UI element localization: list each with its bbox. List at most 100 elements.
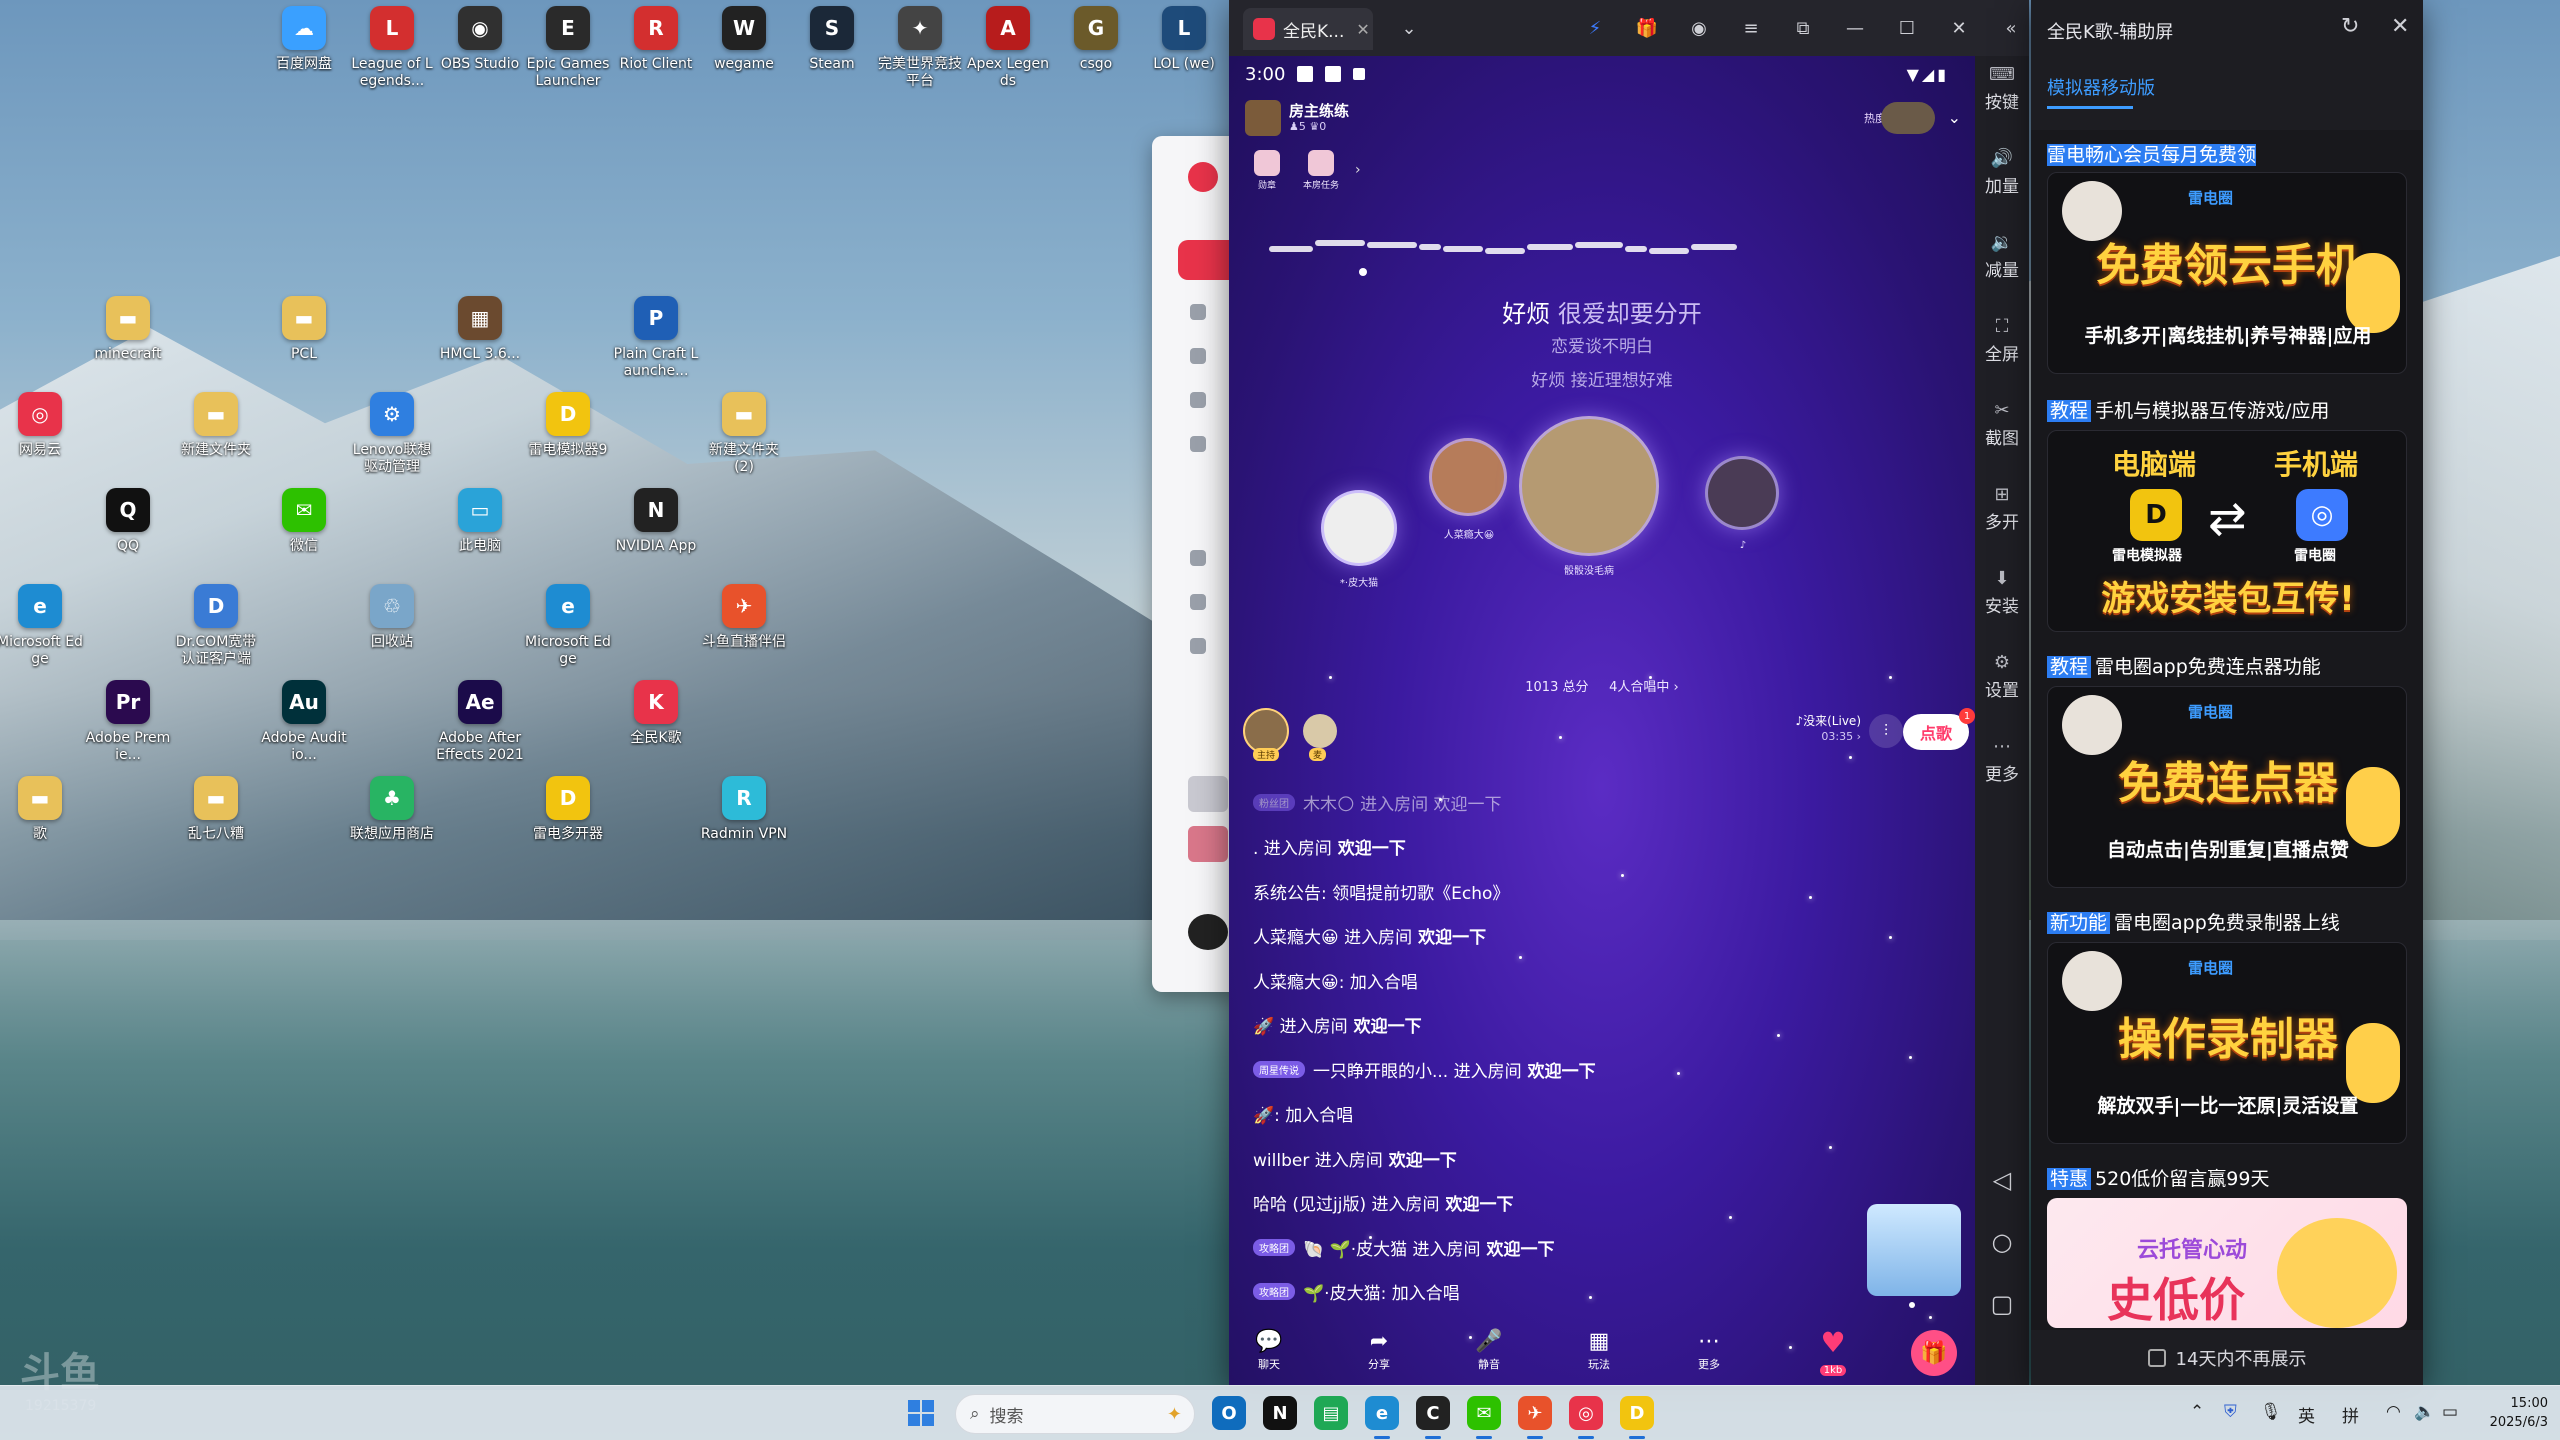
mixer-icon[interactable]: ⫶ bbox=[1869, 714, 1903, 748]
welcome-link[interactable]: 欢迎一下 bbox=[1389, 1146, 1457, 1171]
android-screen[interactable]: 3:00 ▼◢▮ 房主练练 ♟5 ♛0 热度榜 ⌄ 勋章 本房任务 › bbox=[1229, 56, 1975, 1385]
nav-icon[interactable] bbox=[1190, 304, 1206, 320]
promo-card-cloud-phone[interactable]: 雷电圈 免费领云手机 手机多开|离线挂机|养号神器|应用 bbox=[2047, 172, 2407, 374]
song-title[interactable]: ♪没来(Live) bbox=[1751, 712, 1861, 729]
ime-mode[interactable]: 拼 bbox=[2342, 1402, 2359, 1427]
lead-singer-avatar[interactable] bbox=[1519, 416, 1659, 556]
account-icon[interactable]: ◉ bbox=[1685, 14, 1713, 42]
volume-icon[interactable]: 🔈 bbox=[2414, 1402, 2435, 1422]
desktop-icon[interactable]: Q QQ bbox=[84, 488, 172, 555]
badge-medal[interactable]: 勋章 bbox=[1247, 150, 1287, 191]
nav-icon[interactable] bbox=[1190, 348, 1206, 364]
back-icon[interactable]: ◁ bbox=[1975, 1166, 2029, 1194]
desktop-icon[interactable]: ☁ 百度网盘 bbox=[260, 6, 348, 73]
desktop-icon[interactable]: e Microsoft Edge bbox=[0, 584, 84, 668]
home-icon[interactable]: ○ bbox=[1975, 1228, 2029, 1256]
dont-show-label[interactable]: 14天内不再展示 bbox=[2176, 1345, 2307, 1371]
chat-message[interactable]: 🚀: 加入合唱 bbox=[1253, 1092, 1893, 1137]
taskbar-app-wechat[interactable]: ✉ bbox=[1467, 1396, 1501, 1430]
chat-message[interactable]: . 进入房间 欢迎一下 bbox=[1253, 825, 1893, 870]
desktop-icon[interactable]: R Radmin VPN bbox=[700, 776, 788, 843]
collapse-sidebar-icon[interactable]: « bbox=[1997, 14, 2025, 42]
desktop-icon[interactable]: Pr Adobe Premie... bbox=[84, 680, 172, 764]
desktop-icon[interactable]: S Steam bbox=[788, 6, 876, 73]
tab-dropdown-icon[interactable]: ⌄ bbox=[1395, 14, 1423, 42]
nav-icon[interactable] bbox=[1190, 550, 1206, 566]
taskbar-app-capcut[interactable]: C bbox=[1416, 1396, 1450, 1430]
chat-message[interactable]: willber 进入房间 欢迎一下 bbox=[1253, 1136, 1893, 1181]
singer-avatar[interactable] bbox=[1705, 456, 1779, 530]
desktop-icon[interactable]: ▭ 此电脑 bbox=[436, 488, 524, 555]
desktop-icon[interactable]: ▬ PCL bbox=[260, 296, 348, 363]
taskbar-app-douyu[interactable]: ✈ bbox=[1518, 1396, 1552, 1430]
desktop-icon[interactable]: L LOL (we) bbox=[1140, 6, 1228, 73]
dont-show-checkbox[interactable] bbox=[2147, 1348, 2166, 1367]
desktop-icon[interactable]: Gcsgo bbox=[1052, 6, 1140, 73]
welcome-link[interactable]: 欢迎一下 bbox=[1354, 1012, 1422, 1037]
activity-banner[interactable] bbox=[1867, 1204, 1961, 1296]
card-title[interactable]: 教程 手机与模拟器互传游戏/应用 bbox=[2047, 396, 2329, 423]
battery-icon[interactable]: ▭ bbox=[2442, 1402, 2458, 1422]
desktop-icon[interactable]: ⚙ Lenovo联想驱动管理 bbox=[348, 392, 436, 476]
chat-message[interactable]: 人菜瘾大😀: 加入合唱 bbox=[1253, 958, 1893, 1003]
promo-card-transfer[interactable]: 电脑端 手机端 D ⇄ ◎ 雷电模拟器 雷电圈 游戏安装包互传! bbox=[2047, 430, 2407, 632]
card-title[interactable]: 教程 雷电圈app免费连点器功能 bbox=[2047, 652, 2321, 679]
toolbar-keyboard-button[interactable]: ⌨ 按键 bbox=[1975, 62, 2029, 113]
chat-message[interactable]: 粉丝团 木木🌕 进入房间 欢迎一下 bbox=[1253, 780, 1893, 825]
chat-message[interactable]: 周星传说 一只睁开眼的小... 进入房间 欢迎一下 bbox=[1253, 1047, 1893, 1092]
desktop-icon[interactable]: N NVIDIA App bbox=[612, 488, 700, 555]
desktop-icon[interactable]: ✈ 斗鱼直播伴侣 bbox=[700, 584, 788, 651]
mic-seat-avatar[interactable] bbox=[1303, 714, 1337, 748]
taskbar-app-notes[interactable]: ▤ bbox=[1314, 1396, 1348, 1430]
now-playing-cover[interactable] bbox=[1188, 914, 1228, 950]
desktop-icon[interactable]: ✉ 微信 bbox=[260, 488, 348, 555]
recents-icon[interactable]: ▢ bbox=[1975, 1290, 2029, 1318]
desktop-icon[interactable]: ▬ minecraft bbox=[84, 296, 172, 363]
nav-chat[interactable]: 💬 聊天 bbox=[1239, 1328, 1299, 1372]
welcome-link[interactable]: 欢迎一下 bbox=[1418, 923, 1486, 948]
tab-emulator-mobile[interactable]: 模拟器移动版 bbox=[2047, 74, 2155, 100]
desktop-icon[interactable]: ♲ 回收站 bbox=[348, 584, 436, 651]
welcome-link[interactable]: 欢迎一下 bbox=[1487, 1235, 1555, 1260]
toolbar-fullscreen-button[interactable]: ⛶ 全屏 bbox=[1975, 314, 2029, 365]
chat-message[interactable]: 🚀 进入房间 欢迎一下 bbox=[1253, 1003, 1893, 1048]
chat-message[interactable]: 攻略团 🐚 🌱·皮大猫 进入房间 欢迎一下 bbox=[1253, 1225, 1893, 1270]
helper-content[interactable]: 雷电畅心会员每月免费领 雷电圈 免费领云手机 手机多开|离线挂机|养号神器|应用… bbox=[2031, 130, 2423, 1330]
boost-icon[interactable]: ⚡ bbox=[1581, 14, 1609, 42]
desktop-icon[interactable]: R Riot Client bbox=[612, 6, 700, 73]
desktop-icon[interactable]: P Plain Craft Launche... bbox=[612, 296, 700, 380]
chat-message[interactable]: 系统公告: 领唱提前切歌《Echo》 bbox=[1253, 869, 1893, 914]
card-title[interactable]: 特惠 520低价留言赢99天 bbox=[2047, 1164, 2269, 1191]
desktop-icon[interactable]: Au Adobe Auditio... bbox=[260, 680, 348, 764]
promo-card-discount[interactable]: 云托管心动 史低价 bbox=[2047, 1198, 2407, 1328]
chorus-count[interactable]: 4人合唱中 › bbox=[1609, 680, 1679, 695]
close-icon[interactable]: ✕ bbox=[1945, 14, 1973, 42]
promo-card-autoclicker[interactable]: 雷电圈 免费连点器 自动点击|告别重复|直播点赞 bbox=[2047, 686, 2407, 888]
chevron-down-icon[interactable]: ⌄ bbox=[1948, 108, 1961, 127]
welcome-link[interactable]: 欢迎一下 bbox=[1446, 1190, 1514, 1215]
desktop-icon[interactable]: ▦ HMCL 3.6... bbox=[436, 296, 524, 363]
toolbar-gear-button[interactable]: ⚙ 设置 bbox=[1975, 650, 2029, 701]
nav-mic[interactable]: 🎤 静音 bbox=[1459, 1328, 1519, 1372]
menu-icon[interactable]: ≡ bbox=[1737, 14, 1765, 42]
maximize-icon[interactable]: ☐ bbox=[1893, 14, 1921, 42]
singer-avatar[interactable] bbox=[1321, 490, 1397, 566]
security-icon[interactable]: ⛨ bbox=[2224, 1402, 2237, 1422]
wifi-icon[interactable]: ◠ bbox=[2386, 1402, 2401, 1422]
close-tab-icon[interactable]: ✕ bbox=[1356, 20, 1369, 39]
mic-icon[interactable]: 🎙 bbox=[2260, 1402, 2282, 1422]
nav-share[interactable]: ➦ 分享 bbox=[1349, 1328, 1409, 1372]
desktop-icon[interactable]: ✦ 完美世界竞技平台 bbox=[876, 6, 964, 90]
taskbar-app-edge[interactable]: e bbox=[1365, 1396, 1399, 1430]
desktop-icon[interactable]: ◉ OBS Studio bbox=[436, 6, 524, 73]
card-title[interactable]: 雷电畅心会员每月免费领 bbox=[2047, 140, 2257, 167]
clock[interactable]: 15:00 2025/6/3 bbox=[2474, 1394, 2548, 1432]
room-name[interactable]: 房主练练 bbox=[1289, 100, 1349, 121]
desktop-icon[interactable]: Wwegame bbox=[700, 6, 788, 73]
gift-box-icon[interactable]: 🎁 bbox=[1633, 14, 1661, 42]
welcome-link[interactable]: 欢迎一下 bbox=[1338, 834, 1406, 859]
desktop-icon[interactable]: ▬ 新建文件夹 (2) bbox=[700, 392, 788, 476]
promo-card-recorder[interactable]: 雷电圈 操作录制器 解放双手|一比一还原|灵活设置 bbox=[2047, 942, 2407, 1144]
toolbar-volume-down-button[interactable]: 🔉 减量 bbox=[1975, 230, 2029, 281]
desktop-icon[interactable]: E Epic Games Launcher bbox=[524, 6, 612, 90]
